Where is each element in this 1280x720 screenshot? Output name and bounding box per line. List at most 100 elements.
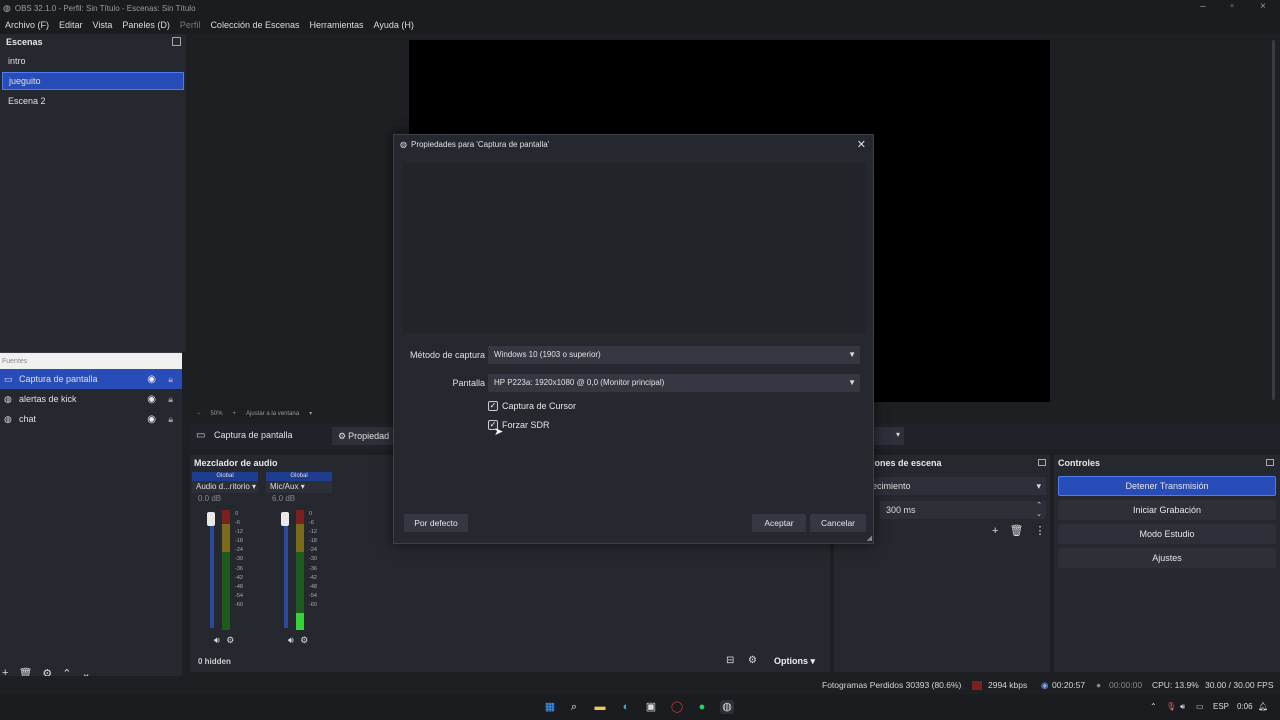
scene-item-escena-2[interactable]: Escena 2	[2, 92, 184, 110]
add-icon[interactable]: +	[992, 525, 998, 537]
spotify-icon[interactable]: ●	[695, 700, 709, 714]
chevron-down-icon[interactable]: ▾	[309, 410, 312, 417]
cancel-button[interactable]: Cancelar	[810, 514, 866, 532]
menu-coleccion-escenas[interactable]: Colección de Escenas	[205, 20, 304, 30]
menu-bar: Archivo (F) Editar Vista Paneles (D) Per…	[0, 16, 1280, 34]
obs-taskbar-icon[interactable]: ◍	[720, 700, 734, 714]
channel-name[interactable]: Audio d...ritorio ▾	[192, 481, 258, 493]
app-icon[interactable]: ◯	[670, 700, 684, 714]
dialog-title: Propiedades para 'Captura de pantalla'	[410, 140, 550, 149]
ok-button[interactable]: Aceptar	[752, 514, 806, 532]
language-indicator[interactable]: ESP	[1213, 702, 1229, 711]
speaker-icon[interactable]: 🔊︎	[288, 635, 294, 645]
lock-icon[interactable]: 🔒︎	[168, 394, 173, 405]
channel-scope: Global	[266, 472, 332, 481]
menu-paneles[interactable]: Paneles (D)	[117, 20, 175, 30]
settings-link-icon[interactable]: ⚙	[748, 655, 757, 666]
gear-icon[interactable]: ⚙	[300, 635, 308, 645]
scene-item-jueguito[interactable]: jueguito	[2, 72, 184, 90]
trash-icon[interactable]: 🗑︎	[1010, 525, 1024, 537]
clock[interactable]: 0:06	[1237, 702, 1253, 711]
capture-method-value: Windows 10 (1903 o superior)	[494, 350, 601, 359]
volume-icon[interactable]: 🔊︎	[1180, 702, 1185, 712]
eye-icon[interactable]: ◉	[147, 414, 156, 425]
store-icon[interactable]: ▣	[644, 700, 658, 714]
search-icon[interactable]: ⌕	[567, 700, 581, 714]
display-row: Pantalla HP P223a: 1920x1080 @ 0,0 (Moni…	[394, 374, 875, 392]
close-icon[interactable]: ✕	[857, 138, 866, 151]
source-item-captura[interactable]: ▭ Captura de pantalla ◉ 🔒︎	[0, 369, 182, 389]
capture-method-select[interactable]: Windows 10 (1903 o superior) ▼	[488, 346, 860, 364]
channel-icons: 🔊︎ ⚙	[214, 635, 234, 646]
menu-herramientas[interactable]: Herramientas	[305, 20, 369, 30]
more-icon[interactable]: ⋮	[1035, 525, 1046, 537]
duration-field[interactable]: 300 ms ⌃ ⌄	[880, 501, 1046, 519]
notification-icon[interactable]: 🔔︎	[1258, 702, 1268, 711]
display-select[interactable]: HP P223a: 1920x1080 @ 0,0 (Monitor princ…	[488, 374, 860, 392]
source-item-chat[interactable]: ◍ chat ◉ 🔒︎	[0, 409, 182, 429]
gear-icon[interactable]: ⚙	[226, 635, 234, 645]
fader-handle[interactable]	[207, 512, 215, 526]
zoom-in-button[interactable]: +	[233, 411, 237, 417]
menu-ayuda[interactable]: Ayuda (H)	[369, 20, 419, 30]
cpu-usage: CPU: 13.9%	[1152, 680, 1199, 690]
fit-window-label[interactable]: Ajustar a la ventana	[246, 411, 299, 417]
obs-logo-icon: ◍	[3, 2, 11, 13]
mic-icon[interactable]: 🎙︎	[1166, 702, 1176, 711]
tray-chevron-icon[interactable]: ⌃	[1150, 702, 1157, 711]
edge-icon[interactable]: ◐	[619, 700, 633, 714]
capture-cursor-label: Captura de Cursor	[502, 401, 577, 411]
properties-label: Propiedad	[348, 431, 390, 441]
menu-perfil[interactable]: Perfil	[175, 20, 206, 30]
lock-icon[interactable]: 🔒︎	[168, 374, 173, 385]
folder-icon[interactable]: ▬	[593, 700, 607, 714]
popout-icon[interactable]	[172, 37, 181, 46]
studio-mode-button[interactable]: Modo Estudio	[1058, 524, 1276, 544]
options-button[interactable]: Options ▾	[774, 656, 815, 667]
chevron-down-icon: ▾	[300, 482, 305, 491]
layout-icon[interactable]: ⊟	[726, 655, 734, 666]
fader-handle[interactable]	[281, 512, 289, 526]
menu-archivo[interactable]: Archivo (F)	[0, 20, 54, 30]
channel-name[interactable]: Mic/Aux ▾	[266, 481, 332, 493]
properties-button[interactable]: ⚙ Propiedad	[332, 427, 396, 445]
volume-fader[interactable]	[210, 512, 214, 628]
zoom-bar: − 50% + Ajustar a la ventana ▾	[193, 408, 393, 419]
windows-start-icon[interactable]: ▦	[543, 700, 557, 714]
channel-name-text: Audio d...ritorio	[196, 482, 250, 491]
checkbox-checked-icon[interactable]: ✓	[488, 401, 498, 411]
source-label: Captura de pantalla	[19, 374, 98, 384]
properties-dialog: ◍ Propiedades para 'Captura de pantalla'…	[393, 134, 874, 544]
preview-scrollbar[interactable]	[1270, 34, 1278, 406]
fps: 30.00 / 30.00 FPS	[1205, 680, 1274, 690]
menu-editar[interactable]: Editar	[54, 20, 88, 30]
bitrate-indicator	[972, 681, 982, 690]
menu-vista[interactable]: Vista	[88, 20, 118, 30]
source-item-alertas[interactable]: ◍ alertas de kick ◉ 🔒︎	[0, 389, 182, 409]
speaker-icon[interactable]: 🔊︎	[214, 635, 220, 645]
eye-icon[interactable]: ◉	[147, 394, 156, 405]
lock-icon[interactable]: 🔒︎	[168, 414, 173, 425]
source-label: alertas de kick	[19, 394, 77, 404]
maximize-button[interactable]: ▫	[1215, 0, 1249, 16]
spinner-icon[interactable]: ⌃ ⌄	[1036, 501, 1042, 519]
scene-item-intro[interactable]: intro	[2, 52, 184, 70]
defaults-button[interactable]: Por defecto	[404, 514, 468, 532]
close-window-button[interactable]: ×	[1246, 0, 1280, 16]
transition-select[interactable]: ecimiento ▾	[868, 477, 1046, 495]
channel-name-text: Mic/Aux	[270, 482, 299, 491]
start-recording-button[interactable]: Iniciar Grabación	[1058, 500, 1276, 520]
gear-icon: ⚙	[338, 430, 347, 441]
settings-button[interactable]: Ajustes	[1058, 548, 1276, 568]
popout-icon[interactable]	[1038, 459, 1046, 466]
capture-cursor-checkbox[interactable]: ✓ Captura de Cursor	[488, 401, 576, 411]
dialog-titlebar: ◍ Propiedades para 'Captura de pantalla'	[400, 140, 549, 149]
network-icon[interactable]: ▭	[1196, 702, 1204, 711]
level-fill	[296, 612, 304, 630]
eye-icon[interactable]: ◉	[147, 374, 156, 385]
zoom-out-button[interactable]: −	[197, 411, 201, 417]
volume-fader[interactable]	[284, 512, 288, 628]
resize-grip-icon[interactable]: ◢	[867, 534, 872, 542]
popout-icon[interactable]	[1266, 459, 1274, 466]
stop-streaming-button[interactable]: Detener Transmisión	[1058, 476, 1276, 496]
